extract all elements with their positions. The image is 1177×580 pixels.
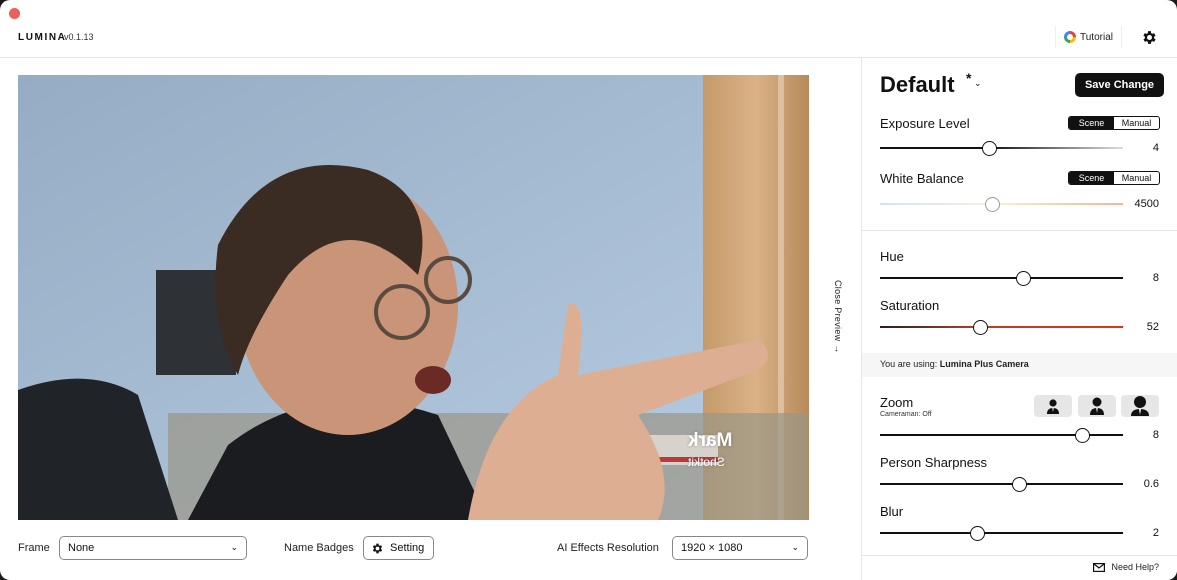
chevron-down-icon: ⌄	[230, 542, 238, 552]
saturation-slider-thumb[interactable]	[972, 320, 988, 335]
close-preview-button[interactable]: Close Preview →	[833, 280, 843, 354]
frame-select[interactable]: None ⌄	[59, 536, 247, 560]
framing-medium-button[interactable]	[1078, 395, 1116, 417]
resolution-label: AI Effects Resolution	[557, 542, 659, 554]
hue-slider[interactable]	[880, 271, 1123, 286]
need-help-link[interactable]: Need Help?	[1093, 562, 1159, 572]
app-logo: LUMINA	[18, 32, 67, 43]
person-wide-icon	[1047, 399, 1059, 414]
exposure-slider-thumb[interactable]	[982, 141, 998, 156]
blur-slider-thumb[interactable]	[970, 526, 986, 541]
hue-value: 8	[1152, 272, 1159, 284]
exposure-mode-toggle[interactable]: Scene Manual	[1068, 116, 1160, 130]
framing-wide-button[interactable]	[1034, 395, 1072, 417]
app-window: LUMINA v0.1.13 Tutorial Mark Shotkit Clo…	[0, 0, 1177, 580]
preview-options-bar: Frame None ⌄ Name Badges Setting AI Effe…	[0, 536, 861, 580]
cameraman-status: Cameraman: Off	[880, 411, 932, 418]
save-change-button[interactable]: Save Change	[1075, 73, 1164, 97]
section-divider	[862, 555, 1177, 556]
sharpness-value: 0.6	[1143, 478, 1159, 490]
section-divider	[862, 230, 1177, 231]
white-balance-mode-toggle[interactable]: Scene Manual	[1068, 171, 1160, 185]
sharpness-slider[interactable]	[880, 477, 1123, 492]
saturation-slider[interactable]	[880, 320, 1123, 335]
sharpness-label: Person Sharpness	[880, 455, 987, 470]
person-close-icon	[1131, 396, 1149, 416]
settings-panel: Default * ⌄ Save Change Exposure Level S…	[861, 58, 1177, 580]
exposure-mode-scene[interactable]: Scene	[1069, 117, 1114, 129]
exposure-label: Exposure Level	[880, 116, 970, 131]
tutorial-label: Tutorial	[1080, 31, 1113, 43]
blur-label: Blur	[880, 504, 904, 519]
blur-value: 2	[1152, 527, 1159, 539]
tutorial-button[interactable]: Tutorial	[1055, 26, 1122, 48]
zoom-value: 8	[1152, 429, 1159, 441]
resolution-select-value: 1920 × 1080	[681, 542, 743, 554]
frame-label: Frame	[18, 542, 50, 554]
hue-slider-thumb[interactable]	[1016, 271, 1032, 286]
white-balance-mode-scene[interactable]: Scene	[1069, 172, 1114, 184]
exposure-mode-manual[interactable]: Manual	[1114, 117, 1159, 129]
top-bar: LUMINA v0.1.13 Tutorial	[0, 0, 1177, 58]
white-balance-slider[interactable]	[880, 197, 1123, 212]
need-help-label: Need Help?	[1111, 562, 1159, 572]
preset-title[interactable]: Default	[880, 72, 955, 98]
zoom-slider[interactable]	[880, 428, 1123, 443]
camera-info-bar: You are using: Lumina Plus Camera	[862, 353, 1177, 377]
camera-name: Lumina Plus Camera	[939, 359, 1029, 369]
person-medium-icon	[1090, 397, 1104, 415]
resolution-select[interactable]: 1920 × 1080 ⌄	[672, 536, 808, 560]
blur-slider[interactable]	[880, 526, 1123, 541]
framing-close-button[interactable]	[1121, 395, 1159, 417]
tutorial-icon	[1064, 31, 1076, 43]
zoom-label: Zoom	[880, 395, 914, 410]
using-prefix: You are using:	[880, 359, 938, 369]
white-balance-slider-thumb[interactable]	[984, 197, 1000, 212]
mail-icon	[1093, 562, 1106, 572]
chevron-down-icon: ⌄	[791, 542, 799, 552]
exposure-value: 4	[1152, 142, 1159, 154]
frame-select-value: None	[68, 542, 95, 554]
name-badges-label: Name Badges	[284, 542, 354, 554]
zoom-slider-thumb[interactable]	[1074, 428, 1090, 443]
saturation-label: Saturation	[880, 298, 940, 313]
hue-label: Hue	[880, 249, 904, 264]
white-balance-mode-manual[interactable]: Manual	[1114, 172, 1159, 184]
exposure-slider[interactable]	[880, 141, 1123, 156]
name-badge-company: Shotkit	[688, 455, 725, 469]
preview-area: Mark Shotkit Close Preview → Frame None …	[0, 58, 861, 580]
sharpness-slider-thumb[interactable]	[1011, 477, 1027, 492]
white-balance-value: 4500	[1134, 198, 1159, 210]
gear-icon	[372, 543, 383, 553]
settings-gear-icon[interactable]	[1141, 29, 1158, 46]
camera-preview: Mark Shotkit	[18, 75, 809, 520]
camera-feed-image	[18, 75, 809, 520]
modified-marker: *	[966, 70, 972, 86]
white-balance-label: White Balance	[880, 171, 964, 186]
name-badges-setting-button[interactable]: Setting	[363, 536, 434, 560]
setting-label: Setting	[390, 542, 425, 554]
app-version: v0.1.13	[64, 32, 94, 42]
preset-chevron-down-icon[interactable]: ⌄	[974, 78, 982, 89]
name-badge-name: Mark	[688, 430, 733, 451]
saturation-value: 52	[1146, 321, 1159, 333]
